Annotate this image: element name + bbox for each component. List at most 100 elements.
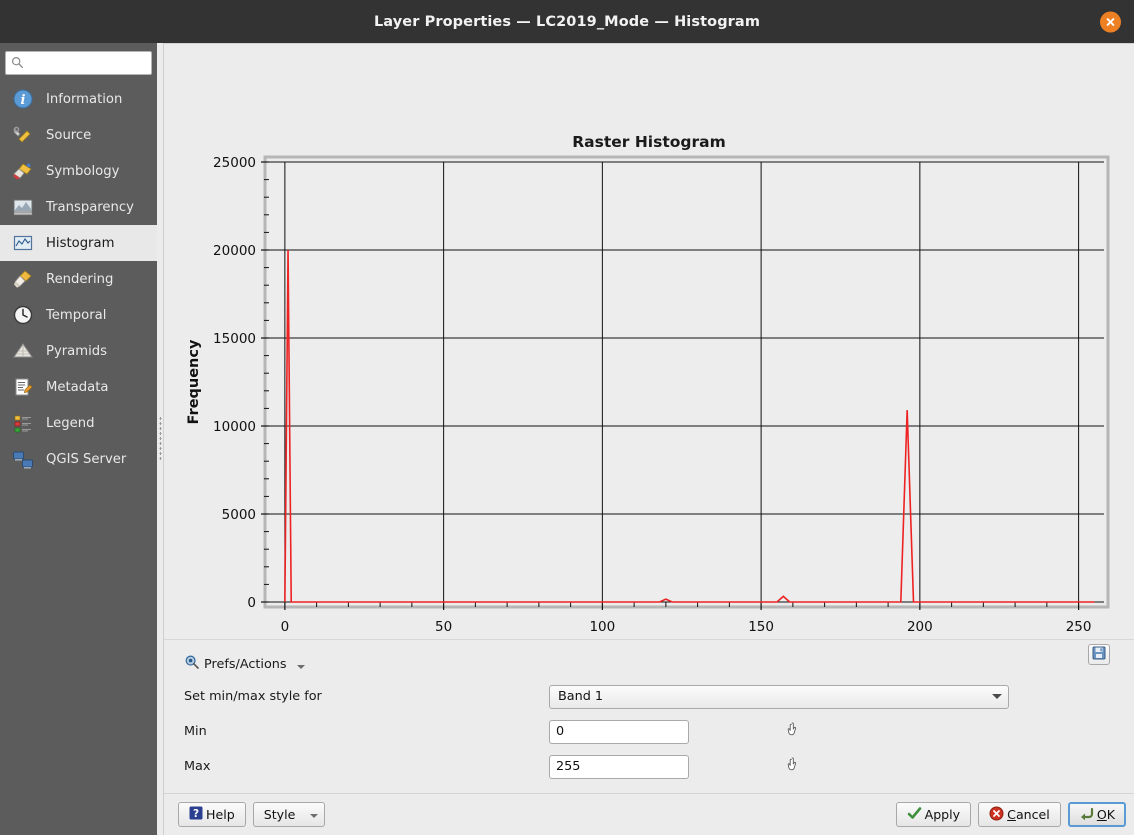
help-icon: ? <box>189 806 203 823</box>
sidebar-item-pyramids[interactable]: Pyramids <box>0 333 157 369</box>
sidebar-search-wrap <box>0 48 157 81</box>
source-icon <box>11 123 35 147</box>
ok-accel: O <box>1096 807 1107 822</box>
ok-rest: K <box>1106 807 1115 822</box>
min-picker-button[interactable] <box>782 721 804 743</box>
sidebar-item-label: Histogram <box>46 235 115 251</box>
apply-label: Apply <box>924 807 961 822</box>
save-button[interactable] <box>1088 644 1110 665</box>
temporal-icon <box>11 303 35 327</box>
svg-text:?: ? <box>193 808 199 820</box>
save-icon <box>1092 645 1106 664</box>
close-icon[interactable] <box>1100 11 1121 32</box>
help-button[interactable]: ? Help <box>178 802 246 827</box>
svg-text:20000: 20000 <box>213 243 256 259</box>
sidebar-item-histogram[interactable]: Histogram <box>0 225 157 261</box>
title-bar: Layer Properties — LC2019_Mode — Histogr… <box>0 0 1134 43</box>
legend-icon <box>11 411 35 435</box>
apply-button[interactable]: Apply <box>895 802 972 827</box>
search-input[interactable] <box>28 56 146 70</box>
rendering-icon <box>11 267 35 291</box>
help-label: Help <box>206 807 235 822</box>
dialog-footer: ? Help Style Apply Cancel OK <box>164 793 1134 835</box>
cancel-button[interactable]: Cancel <box>978 802 1061 827</box>
prefs-actions-button[interactable]: Prefs/Actions <box>184 654 305 674</box>
transparency-icon <box>11 195 35 219</box>
svg-text:10000: 10000 <box>213 419 256 435</box>
svg-text:150: 150 <box>748 619 774 635</box>
sidebar-item-rendering[interactable]: Rendering <box>0 261 157 297</box>
chevron-down-icon <box>296 665 305 669</box>
window-title: Layer Properties — LC2019_Mode — Histogr… <box>373 13 761 30</box>
sidebar-item-legend[interactable]: Legend <box>0 405 157 441</box>
band-style-row: Set min/max style for Band 1 <box>184 681 1122 712</box>
sidebar-item-information[interactable]: i Information <box>0 81 157 117</box>
qgis-server-icon <box>11 447 35 471</box>
sidebar-item-transparency[interactable]: Transparency <box>0 189 157 225</box>
sidebar-item-symbology[interactable]: Symbology <box>0 153 157 189</box>
information-icon: i <box>11 87 35 111</box>
histogram-chart-panel: Raster Histogram 0 5000 10000 15000 20000 250… <box>164 44 1134 640</box>
sidebar: i Information Source Symbology Transpare… <box>0 43 157 835</box>
band-select[interactable]: Band 1 <box>549 684 1009 709</box>
svg-text:0: 0 <box>281 619 290 635</box>
histogram-options: Prefs/Actions Set min/max style for Band… <box>164 640 1134 793</box>
sidebar-item-label: Temporal <box>46 307 107 323</box>
svg-text:5000: 5000 <box>222 507 256 523</box>
search-icon <box>11 54 24 73</box>
cancel-label: Cancel <box>1007 807 1050 822</box>
cancel-icon <box>989 806 1004 824</box>
ok-label: OK <box>1097 807 1115 822</box>
prefs-row: Prefs/Actions <box>184 644 1122 677</box>
dialog-body: i Information Source Symbology Transpare… <box>0 43 1134 835</box>
max-row: Max <box>184 751 1122 782</box>
band-select-value: Band 1 <box>558 689 604 704</box>
sidebar-splitter[interactable] <box>157 43 164 835</box>
pointer-hand-icon <box>785 721 802 742</box>
sidebar-item-label: Metadata <box>46 379 109 395</box>
cancel-rest: ancel <box>1015 807 1050 822</box>
max-input[interactable] <box>549 754 689 779</box>
search-box[interactable] <box>5 51 152 75</box>
min-max-style-label: Set min/max style for <box>184 689 322 704</box>
svg-text:50: 50 <box>435 619 452 635</box>
sidebar-item-label: Pyramids <box>46 343 108 359</box>
ok-button[interactable]: OK <box>1067 802 1126 827</box>
min-row: Min <box>184 716 1122 747</box>
histogram-icon <box>11 231 35 255</box>
symbology-icon <box>11 159 35 183</box>
style-label: Style <box>263 807 296 822</box>
max-label: Max <box>184 759 211 774</box>
min-input[interactable] <box>549 719 689 744</box>
sidebar-item-temporal[interactable]: Temporal <box>0 297 157 333</box>
sidebar-item-label: QGIS Server <box>46 451 127 467</box>
sidebar-item-label: Information <box>46 91 123 107</box>
svg-text:25000: 25000 <box>213 155 256 171</box>
svg-text:Frequency: Frequency <box>186 339 202 424</box>
sidebar-item-label: Symbology <box>46 163 120 179</box>
chevron-down-icon <box>310 814 319 818</box>
pyramids-icon <box>11 339 35 363</box>
sidebar-item-label: Transparency <box>46 199 134 215</box>
chevron-down-icon <box>992 694 1002 699</box>
max-picker-button[interactable] <box>782 756 804 778</box>
sidebar-item-label: Legend <box>46 415 95 431</box>
sidebar-item-label: Source <box>46 127 92 143</box>
svg-text:0: 0 <box>247 595 256 611</box>
svg-text:15000: 15000 <box>213 331 256 347</box>
svg-text:i: i <box>21 93 26 108</box>
layer-properties-dialog: Layer Properties — LC2019_Mode — Histogr… <box>0 0 1134 835</box>
sidebar-item-metadata[interactable]: Metadata <box>0 369 157 405</box>
histogram-plot[interactable]: 0 5000 10000 15000 20000 25000 0 50 100 150 200 250… <box>164 44 1134 640</box>
check-icon <box>907 806 922 824</box>
magnifier-prefs-icon <box>184 654 200 674</box>
sidebar-item-label: Rendering <box>46 271 114 287</box>
min-label: Min <box>184 724 207 739</box>
ok-arrow-icon <box>1079 806 1094 824</box>
style-button[interactable]: Style <box>252 802 326 827</box>
metadata-icon <box>11 375 35 399</box>
splitter-grip <box>158 416 162 462</box>
sidebar-item-qgis-server[interactable]: QGIS Server <box>0 441 157 477</box>
sidebar-item-source[interactable]: Source <box>0 117 157 153</box>
pointer-hand-icon <box>785 756 802 777</box>
